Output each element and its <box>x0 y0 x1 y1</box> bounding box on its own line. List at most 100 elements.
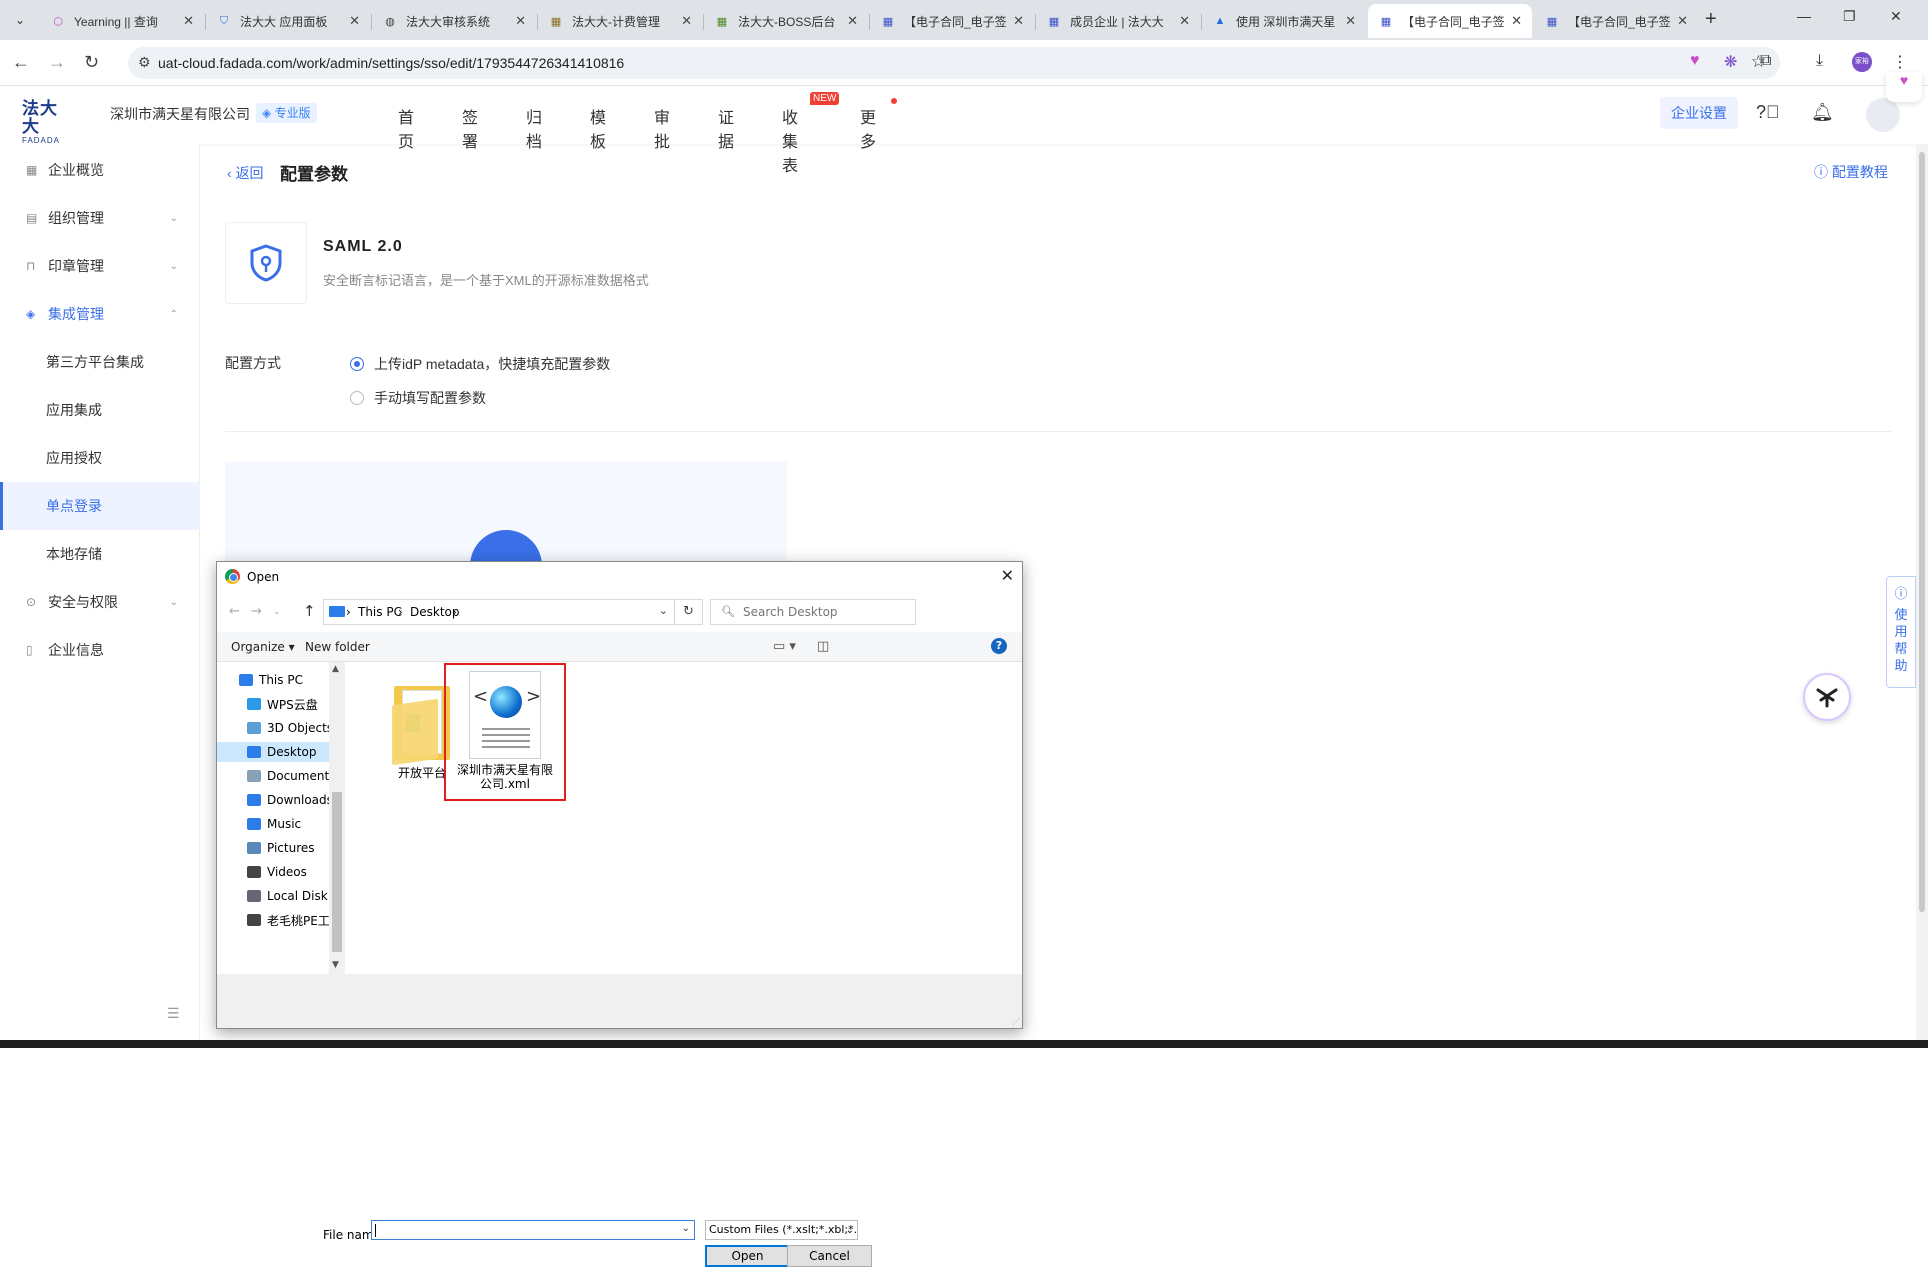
nav-item[interactable]: 首页 <box>398 104 414 152</box>
chevron-icon[interactable]: ⌄ <box>170 597 178 608</box>
new-folder-button[interactable]: New folder <box>305 640 370 654</box>
tab-search-button[interactable]: ⌄ <box>8 8 32 32</box>
file-name-input[interactable]: ⌄ <box>371 1220 695 1240</box>
nav-pane-item[interactable]: Pictures <box>217 838 329 858</box>
radio-upload-metadata[interactable]: 上传idP metadata，快捷填充配置参数 <box>350 354 610 374</box>
browser-menu-icon[interactable]: ⋮ <box>1892 52 1908 72</box>
chevron-icon[interactable]: ⌃ <box>170 309 178 320</box>
sidebar-item[interactable]: ▤ 组织管理 ⌄ <box>0 194 200 242</box>
nav-scroll-thumb[interactable] <box>332 792 342 952</box>
dialog-forward-icon[interactable]: → <box>251 604 262 619</box>
browser-tab[interactable]: ▦ 成员企业 | 法大大 ✕ <box>1036 6 1200 36</box>
nav-pane-scrollbar[interactable]: ▲ ▼ <box>329 662 345 974</box>
profile-avatar[interactable]: 家裕 <box>1852 52 1872 72</box>
nav-item[interactable]: 签署 <box>462 104 478 152</box>
forward-arrow-icon[interactable]: → <box>48 52 66 73</box>
scroll-up-icon[interactable]: ▲ <box>332 664 339 674</box>
address-bar[interactable]: ⚙ uat-cloud.fadada.com/work/admin/settin… <box>128 47 1780 79</box>
open-button[interactable]: Open <box>705 1245 790 1267</box>
filter-dropdown-icon[interactable]: ⌄ <box>846 1222 854 1239</box>
sidebar-item[interactable]: ▦ 企业概览 <box>0 146 200 194</box>
view-options-icon[interactable]: ▭ ▾ <box>773 639 796 654</box>
extension-brain-icon[interactable]: ❋ <box>1724 52 1737 72</box>
browser-tab[interactable]: ⬡ Yearning || 查询 ✕ <box>40 6 204 36</box>
file-name-dropdown-icon[interactable]: ⌄ <box>682 1223 690 1234</box>
dialog-refresh-icon[interactable]: ↻ <box>675 599 703 625</box>
page-scrollbar[interactable] <box>1916 144 1928 1048</box>
reload-icon[interactable]: ↻ <box>84 52 99 73</box>
minimize-button[interactable]: — <box>1797 8 1811 24</box>
nav-pane-item[interactable]: 老毛桃PE工具盘 <box>217 910 329 930</box>
sidebar-item[interactable]: ▯ 企业信息 <box>0 626 200 674</box>
site-info-icon[interactable]: ⚙ <box>138 54 151 71</box>
dialog-search-box[interactable]: 🔍︎ <box>710 599 916 625</box>
company-name[interactable]: 深圳市满天星有限公司 <box>110 104 250 124</box>
recent-locations-icon[interactable]: ⌄ <box>273 607 281 617</box>
enterprise-settings-button[interactable]: 企业设置 <box>1660 97 1738 129</box>
extension-pin-icon[interactable]: ♥ <box>1690 52 1700 70</box>
browser-tab[interactable]: ▦ 法大大-计费管理 ✕ <box>538 6 702 36</box>
scroll-down-icon[interactable]: ▼ <box>332 960 339 970</box>
tab-close-icon[interactable]: ✕ <box>349 13 360 29</box>
nav-pane-item[interactable]: This PC <box>217 670 329 690</box>
dialog-search-input[interactable] <box>741 604 909 620</box>
scrollbar-thumb[interactable] <box>1919 152 1925 912</box>
nav-pane-item[interactable]: Music <box>217 814 329 834</box>
help-float-button[interactable]: ⓘ 使用帮助 <box>1886 576 1916 688</box>
preview-pane-icon[interactable]: ◫ <box>817 639 829 654</box>
collapse-sidebar-icon[interactable]: ☰ <box>167 1005 180 1022</box>
breadcrumb-this-pc[interactable]: This PC <box>358 605 402 619</box>
sidebar-item[interactable]: 单点登录 <box>0 482 200 530</box>
close-window-button[interactable]: ✕ <box>1890 8 1902 25</box>
download-icon[interactable]: ⤓ <box>1816 52 1823 70</box>
nav-item[interactable]: 模板 <box>590 104 606 152</box>
nav-item[interactable]: 证据 <box>718 104 734 152</box>
browser-tab[interactable]: ▦ 法大大-BOSS后台 ✕ <box>704 6 868 36</box>
browser-tab[interactable]: ▦ 【电子合同_电子签 ✕ <box>1368 4 1532 38</box>
new-tab-button[interactable]: + <box>1705 8 1717 31</box>
radio-dot[interactable] <box>350 357 364 371</box>
nav-item[interactable]: 归档 <box>526 104 542 152</box>
nav-pane-item[interactable]: Local Disk (C:) <box>217 886 329 906</box>
sidebar-item[interactable]: ◈ 集成管理 ⌃ <box>0 290 200 338</box>
assistant-bot-icon[interactable] <box>1803 673 1851 721</box>
back-link[interactable]: ‹ 返回 <box>227 163 264 183</box>
organize-menu[interactable]: Organize ▾ <box>231 640 295 654</box>
file-item-xml[interactable]: < > 深圳市满天星有限公司.xml <box>444 663 566 801</box>
sidebar-item[interactable]: 本地存储 <box>0 530 200 578</box>
tab-close-icon[interactable]: ✕ <box>183 13 194 29</box>
tab-close-icon[interactable]: ✕ <box>1677 13 1688 29</box>
browser-tab[interactable]: ⛉ 法大大 应用面板 ✕ <box>206 6 370 36</box>
tab-close-icon[interactable]: ✕ <box>681 13 692 29</box>
tab-close-icon[interactable]: ✕ <box>847 13 858 29</box>
extensions-puzzle-icon[interactable]: ⧉ <box>1760 52 1771 70</box>
radio-manual-config[interactable]: 手动填写配置参数 <box>350 388 486 408</box>
nav-item[interactable]: 更多 <box>860 104 876 152</box>
address-dropdown-icon[interactable]: ⌄ <box>659 604 668 617</box>
bell-icon[interactable]: 🔔︎ <box>1811 102 1834 123</box>
browser-tab[interactable]: ▲ 使用 深圳市满天星 ✕ <box>1202 6 1366 36</box>
back-arrow-icon[interactable]: ← <box>12 52 30 73</box>
resize-grip-icon[interactable]: ⋰ <box>1012 1017 1020 1026</box>
chevron-icon[interactable]: ⌄ <box>170 261 178 272</box>
dialog-close-icon[interactable]: ✕ <box>1001 566 1014 585</box>
sidebar-item[interactable]: 第三方平台集成 <box>0 338 200 386</box>
sidebar-item[interactable]: ⊙ 安全与权限 ⌄ <box>0 578 200 626</box>
nav-pane-item[interactable]: Desktop <box>217 742 329 762</box>
tab-close-icon[interactable]: ✕ <box>1345 13 1356 29</box>
tab-close-icon[interactable]: ✕ <box>1179 13 1190 29</box>
tab-close-icon[interactable]: ✕ <box>1013 13 1024 29</box>
tab-close-icon[interactable]: ✕ <box>515 13 526 29</box>
nav-pane-item[interactable]: WPS云盘 <box>217 694 329 714</box>
nav-item[interactable]: 收集表 <box>782 104 798 176</box>
nav-item[interactable]: 审批 <box>654 104 670 152</box>
chevron-icon[interactable]: ⌄ <box>170 213 178 224</box>
sidebar-item[interactable]: ⊓ 印章管理 ⌄ <box>0 242 200 290</box>
help-circle-icon[interactable]: ?⃝ <box>1756 102 1780 123</box>
radio-dot[interactable] <box>350 391 364 405</box>
dialog-back-icon[interactable]: ← <box>229 604 240 619</box>
up-folder-icon[interactable]: ↑ <box>303 602 316 620</box>
user-avatar[interactable] <box>1866 98 1900 132</box>
nav-pane-item[interactable]: Downloads <box>217 790 329 810</box>
dialog-address-bar[interactable]: › This PC › Desktop › ⌄ <box>323 599 675 625</box>
